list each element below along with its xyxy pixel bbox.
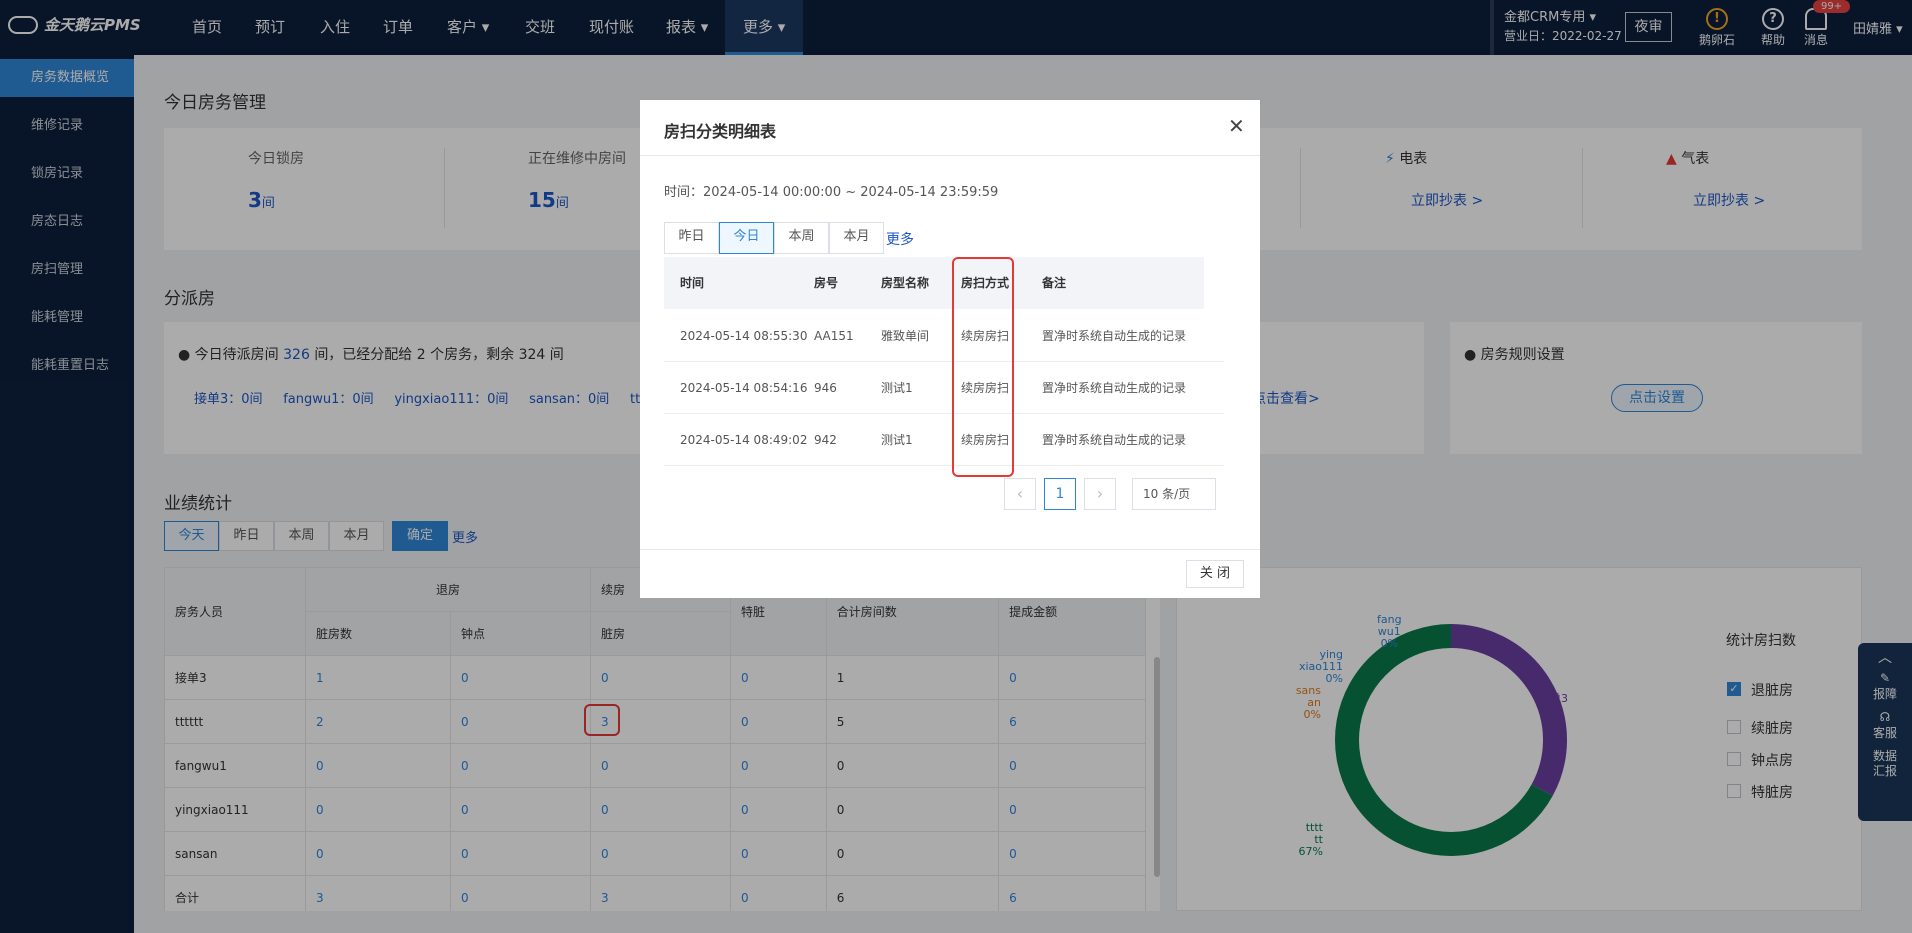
list-item: 2024-05-14 08:55:30 AA151 雅致单间 续房房扫 置净时系统自动生…: [664, 310, 1224, 362]
modal-cell: 942: [814, 433, 837, 447]
modal-tab-month[interactable]: 本月: [829, 222, 884, 254]
modal-close-button[interactable]: 关 闭: [1186, 560, 1244, 588]
modal-cell: 2024-05-14 08:55:30: [680, 329, 808, 343]
col-room: 房号: [814, 276, 839, 290]
time-label: 时间：: [664, 185, 704, 200]
modal-tab-yesterday[interactable]: 昨日: [664, 222, 719, 254]
modal-cell: 946: [814, 381, 837, 395]
modal-cell: 2024-05-14 08:49:02: [680, 433, 808, 447]
modal-tab-today[interactable]: 今日: [719, 222, 774, 254]
modal-cell: 雅致单间: [881, 329, 930, 343]
page-1-button[interactable]: 1: [1044, 478, 1076, 510]
modal-header-divider: [640, 155, 1260, 156]
col-room-type: 房型名称: [881, 276, 930, 290]
col-time: 时间: [680, 276, 705, 290]
modal-footer-divider: [640, 549, 1260, 550]
time-range: 2024-05-14 00:00:00 ~ 2024-05-14 23:59:5…: [703, 185, 999, 200]
modal-tab-week[interactable]: 本周: [774, 222, 829, 254]
col-remark: 备注: [1042, 276, 1067, 290]
modal-cell: 置净时系统自动生成的记录: [1042, 433, 1187, 447]
modal-cell: 2024-05-14 08:54:16: [680, 381, 808, 395]
close-icon[interactable]: ✕: [1228, 114, 1245, 138]
highlight-column: [952, 257, 1014, 477]
next-page-button[interactable]: ›: [1084, 478, 1116, 510]
cleaning-detail-modal: 房扫分类明细表 ✕ 时间：2024-05-14 00:00:00 ~ 2024-…: [640, 100, 1260, 598]
modal-time: 时间：2024-05-14 00:00:00 ~ 2024-05-14 23:5…: [664, 181, 998, 200]
modal-cell: 测试1: [881, 381, 913, 395]
page-size-select[interactable]: 10 条/页: [1132, 478, 1216, 510]
modal-more-link[interactable]: 更多: [886, 229, 914, 249]
modal-cell: 测试1: [881, 433, 913, 447]
modal-title: 房扫分类明细表: [664, 122, 777, 141]
modal-cell: 置净时系统自动生成的记录: [1042, 329, 1187, 343]
list-item: 2024-05-14 08:54:16 946 测试1 续房房扫 置净时系统自动生成的记…: [664, 362, 1224, 414]
modal-cell: 置净时系统自动生成的记录: [1042, 381, 1187, 395]
modal-table-header: 时间 房号 房型名称 房扫方式 备注: [664, 257, 1204, 309]
prev-page-button[interactable]: ‹: [1004, 478, 1036, 510]
list-item: 2024-05-14 08:49:02 942 测试1 续房房扫 置净时系统自动生成的记…: [664, 414, 1224, 466]
modal-cell: AA151: [814, 329, 854, 343]
